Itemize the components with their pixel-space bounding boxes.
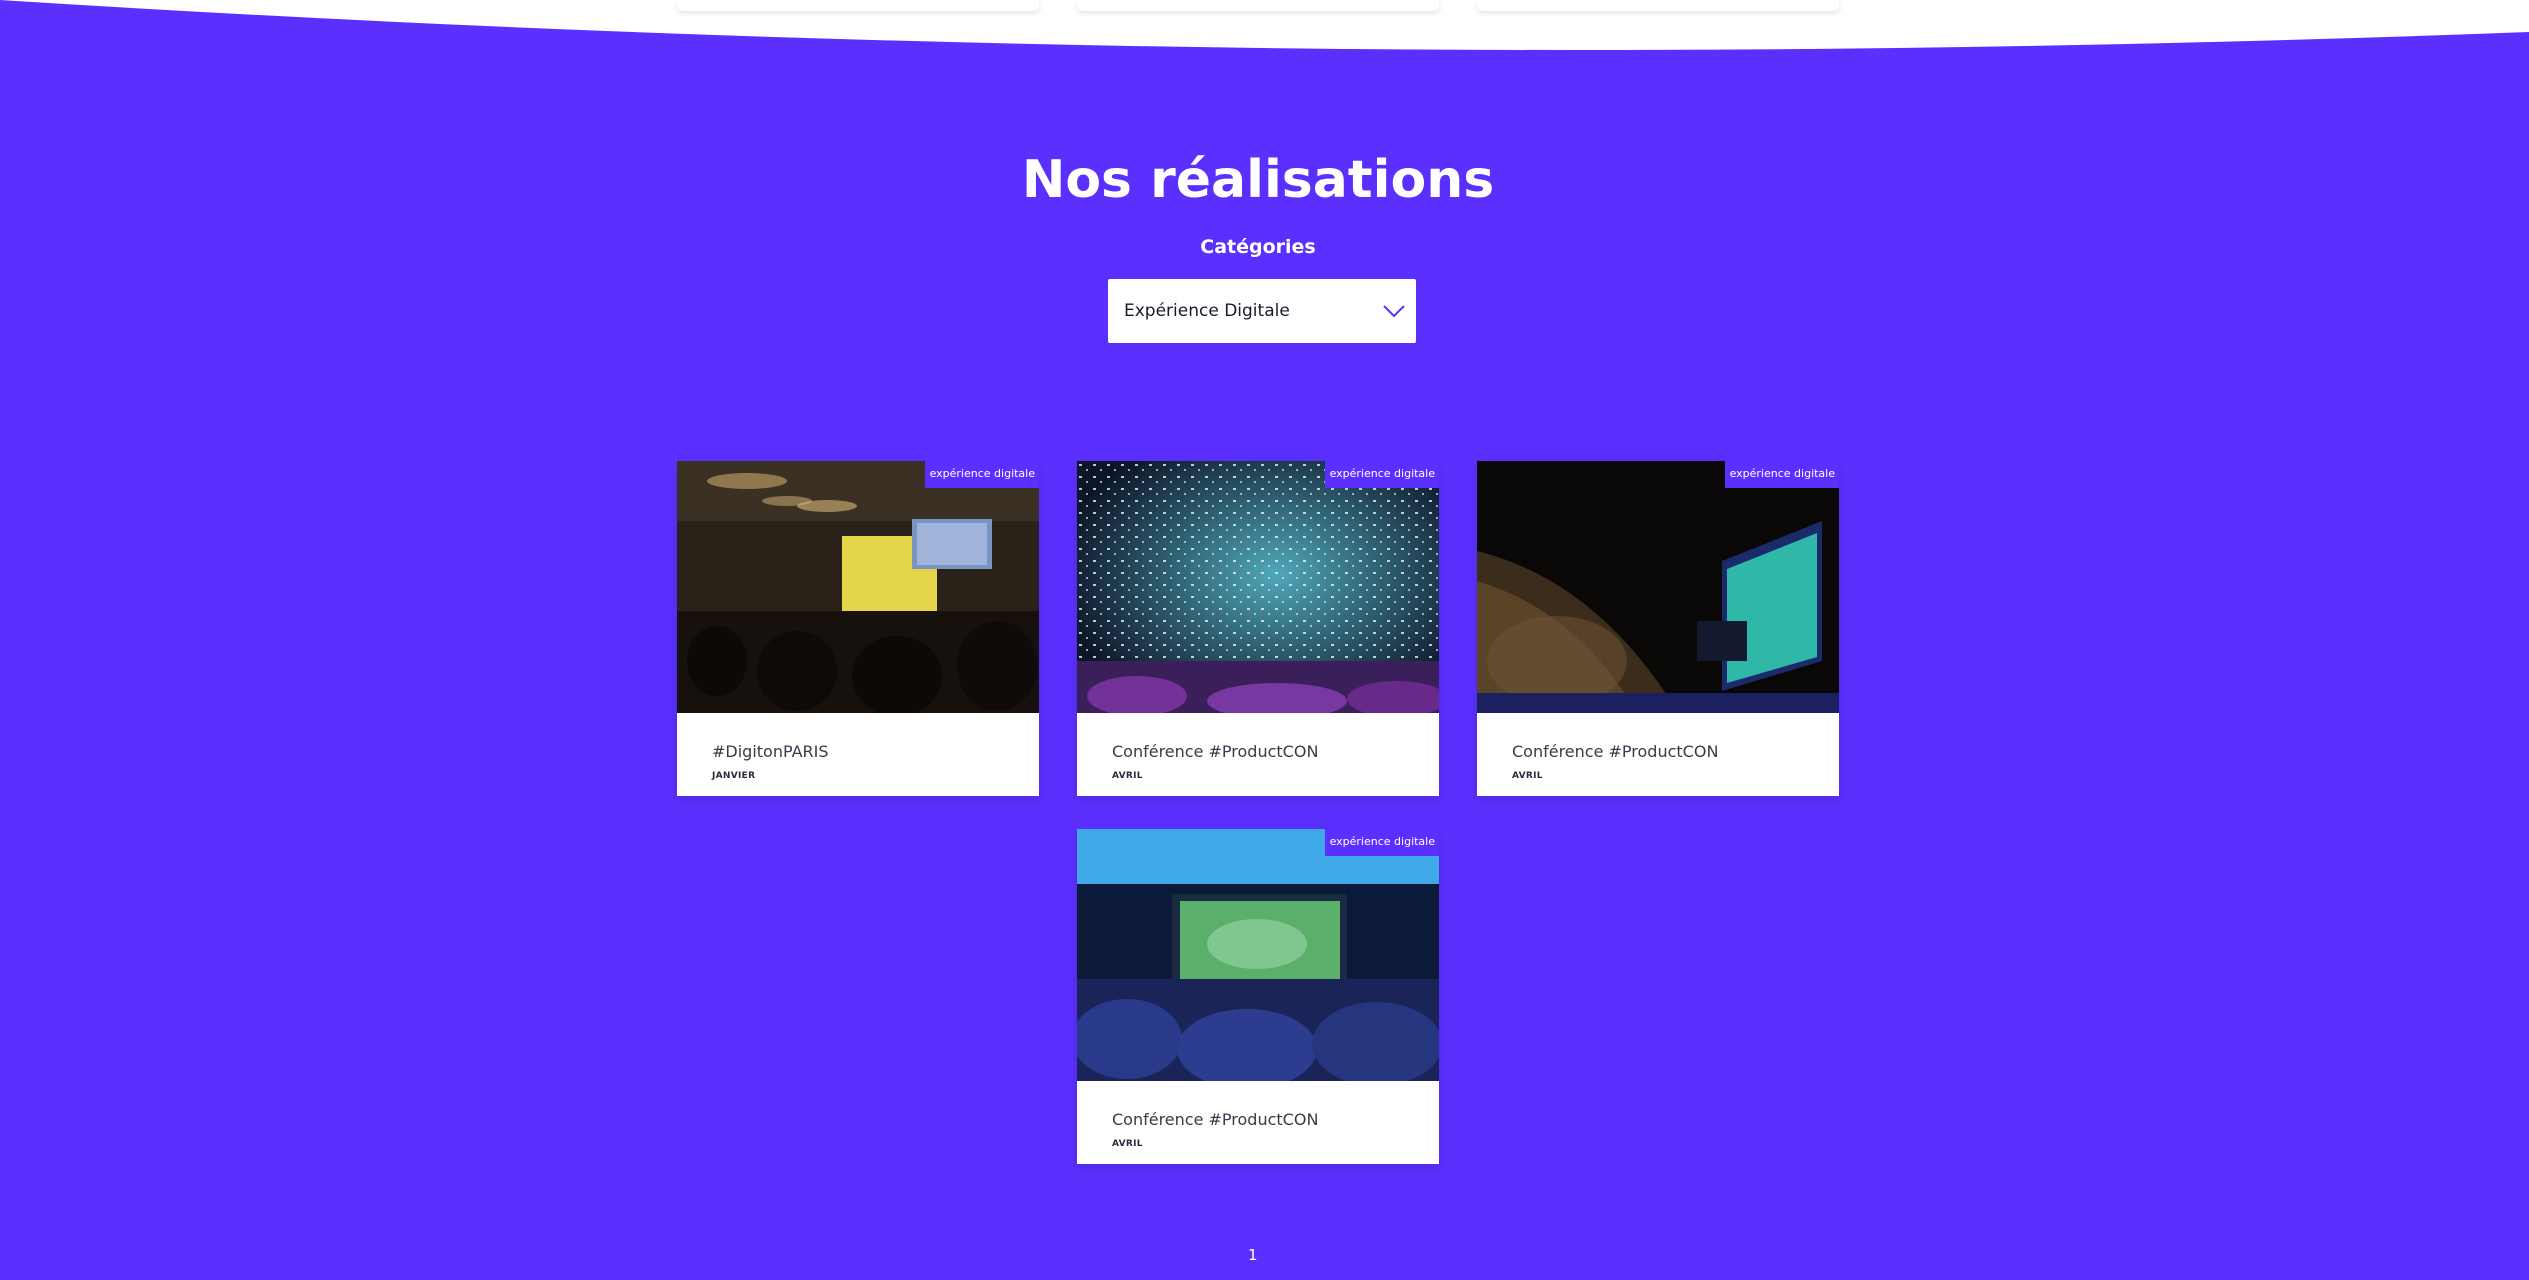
pagination-page[interactable]: 1 <box>1248 1246 1258 1264</box>
category-tag: expérience digitale <box>1724 461 1839 488</box>
project-card[interactable]: expérience digitale Conférence #ProductC… <box>1077 829 1439 1164</box>
previous-card <box>677 0 1039 11</box>
project-name: Conférence #ProductCON <box>1112 742 1319 761</box>
chevron-down-icon <box>1383 305 1405 318</box>
project-card[interactable]: expérience digitale Conférence #ProductC… <box>1477 461 1839 796</box>
project-date: AVRIL <box>1112 1139 1143 1149</box>
project-name: Conférence #ProductCON <box>1112 1110 1319 1129</box>
project-date: AVRIL <box>1112 771 1143 781</box>
conference-room-photo <box>677 461 1039 713</box>
category-tag: expérience digitale <box>924 461 1039 488</box>
project-card[interactable]: expérience digitale Conférence #ProductC… <box>1077 461 1439 796</box>
confetti-crowd-photo <box>1077 461 1439 713</box>
category-label: Catégories <box>1200 236 1316 258</box>
project-card[interactable]: expérience digitale #DigitonPARIS JANVIE… <box>677 461 1039 796</box>
category-select-value: Expérience Digitale <box>1124 301 1290 321</box>
project-date: JANVIER <box>712 771 756 781</box>
previous-card <box>1077 0 1439 11</box>
project-name: Conférence #ProductCON <box>1512 742 1719 761</box>
category-tag: expérience digitale <box>1324 829 1439 856</box>
project-name: #DigitonPARIS <box>712 742 829 761</box>
category-select[interactable]: Expérience Digitale <box>1108 279 1416 343</box>
category-tag: expérience digitale <box>1324 461 1439 488</box>
screen-audience-photo <box>1077 829 1439 1081</box>
project-date: AVRIL <box>1512 771 1543 781</box>
previous-section-cards <box>0 0 2529 14</box>
section-title: Nos réalisations <box>1021 150 1495 210</box>
auditorium-stage-photo <box>1477 461 1839 713</box>
previous-card <box>1477 0 1839 11</box>
